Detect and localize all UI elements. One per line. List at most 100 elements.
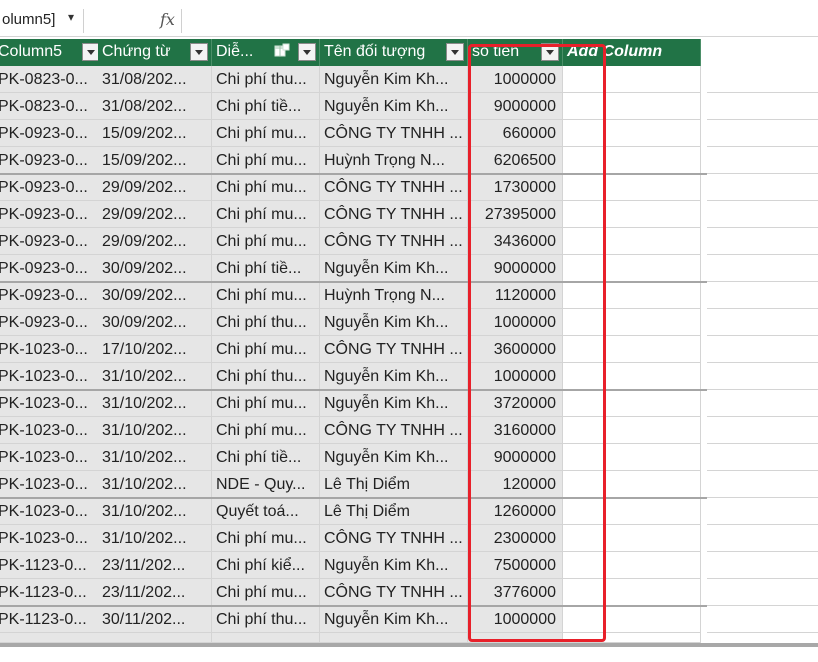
add-column-cell[interactable]	[563, 444, 701, 471]
table-cell[interactable]: 31/10/202...	[98, 525, 212, 552]
table-cell[interactable]: 27395000	[468, 201, 563, 228]
table-cell[interactable]: 2300000	[468, 525, 563, 552]
table-cell[interactable]: Nguyễn Kim Kh...	[320, 390, 468, 417]
table-cell[interactable]: 3776000	[468, 579, 563, 606]
table-cell[interactable]: 3436000	[468, 228, 563, 255]
table-cell[interactable]: Chi phí kiể...	[212, 552, 320, 579]
add-column-cell[interactable]	[563, 606, 701, 633]
table-cell[interactable]: 29/09/202...	[98, 174, 212, 201]
table-cell[interactable]: Chi phí mu...	[212, 336, 320, 363]
table-cell[interactable]: PK-0923-0...	[0, 201, 104, 228]
table-cell[interactable]: 3720000	[468, 390, 563, 417]
table-cell[interactable]: CÔNG TY TNHH ...	[320, 228, 468, 255]
table-cell[interactable]: 31/10/202...	[98, 390, 212, 417]
table-cell[interactable]: 1000000	[468, 309, 563, 336]
column-header[interactable]: Column5	[0, 39, 104, 66]
table-cell[interactable]: PK-0923-0...	[0, 228, 104, 255]
add-column-cell[interactable]	[563, 147, 701, 174]
table-cell[interactable]: Chi phí mu...	[212, 525, 320, 552]
table-cell[interactable]: Chi phí tiề...	[212, 93, 320, 120]
add-column-cell[interactable]	[563, 336, 701, 363]
add-column-cell[interactable]	[563, 417, 701, 444]
table-cell[interactable]: 1730000	[468, 174, 563, 201]
table-cell[interactable]: PK-1023-0...	[0, 417, 104, 444]
table-cell[interactable]: PK-0923-0...	[0, 147, 104, 174]
table-cell[interactable]: PK-1123-0...	[0, 606, 104, 633]
table-cell[interactable]: Chi phí mu...	[212, 228, 320, 255]
table-cell[interactable]: 31/10/202...	[98, 444, 212, 471]
table-cell[interactable]: 1000000	[468, 606, 563, 633]
table-cell[interactable]: CÔNG TY TNHH ...	[320, 525, 468, 552]
table-cell[interactable]: Nguyễn Kim Kh...	[320, 606, 468, 633]
add-column-cell[interactable]	[563, 120, 701, 147]
table-cell[interactable]: 23/11/202...	[98, 552, 212, 579]
table-cell[interactable]: 7500000	[468, 552, 563, 579]
add-column-cell[interactable]	[563, 363, 701, 390]
table-cell[interactable]: PK-1023-0...	[0, 471, 104, 498]
table-cell[interactable]: Chi phí tiề...	[212, 255, 320, 282]
table-cell[interactable]: 31/10/202...	[98, 417, 212, 444]
table-cell[interactable]: 30/11/202...	[98, 606, 212, 633]
table-cell[interactable]: PK-1023-0...	[0, 390, 104, 417]
table-cell[interactable]: CÔNG TY TNHH ...	[320, 120, 468, 147]
table-cell[interactable]: Chi phí mu...	[212, 417, 320, 444]
table-cell[interactable]: Chi phí thu...	[212, 309, 320, 336]
table-cell[interactable]: 31/10/202...	[98, 471, 212, 498]
table-cell[interactable]: CÔNG TY TNHH ...	[320, 417, 468, 444]
table-cell[interactable]: PK-0923-0...	[0, 174, 104, 201]
table-cell[interactable]: Huỳnh Trọng N...	[320, 147, 468, 174]
table-cell[interactable]: PK-1023-0...	[0, 444, 104, 471]
add-column-cell[interactable]	[563, 66, 701, 93]
name-box-dropdown-icon[interactable]: ▾	[68, 10, 74, 24]
table-cell[interactable]: 3600000	[468, 336, 563, 363]
add-column-cell[interactable]	[563, 201, 701, 228]
table-cell[interactable]: 120000	[468, 471, 563, 498]
table-cell[interactable]: PK-0923-0...	[0, 282, 104, 309]
table-cell[interactable]: Chi phí thu...	[212, 363, 320, 390]
table-cell[interactable]: PK-0923-0...	[0, 255, 104, 282]
column-header[interactable]: Chứng từ	[98, 39, 212, 66]
table-cell[interactable]: 6206500	[468, 147, 563, 174]
add-column-cell[interactable]	[563, 228, 701, 255]
add-column-cell[interactable]	[563, 309, 701, 336]
table-cell[interactable]: 31/08/202...	[98, 93, 212, 120]
table-cell[interactable]: 30/09/202...	[98, 255, 212, 282]
table-cell[interactable]: 31/10/202...	[98, 498, 212, 525]
table-cell[interactable]: Nguyễn Kim Kh...	[320, 66, 468, 93]
table-cell[interactable]: 31/08/202...	[98, 66, 212, 93]
table-cell[interactable]: Chi phí mu...	[212, 282, 320, 309]
table-cell[interactable]: Nguyễn Kim Kh...	[320, 552, 468, 579]
table-cell[interactable]: PK-1023-0...	[0, 336, 104, 363]
table-cell[interactable]: CÔNG TY TNHH ...	[320, 174, 468, 201]
add-column-cell[interactable]	[563, 255, 701, 282]
table-cell[interactable]: 660000	[468, 120, 563, 147]
add-column-cell[interactable]	[563, 552, 701, 579]
add-column-cell[interactable]	[563, 174, 701, 201]
table-cell[interactable]: 23/11/202...	[98, 579, 212, 606]
table-cell[interactable]: Chi phí mu...	[212, 120, 320, 147]
table-cell[interactable]: 15/09/202...	[98, 147, 212, 174]
table-cell[interactable]: 30/09/202...	[98, 282, 212, 309]
table-cell[interactable]: 17/10/202...	[98, 336, 212, 363]
formula-input[interactable]	[184, 8, 818, 34]
table-cell[interactable]: Chi phí thu...	[212, 66, 320, 93]
table-cell[interactable]: PK-1023-0...	[0, 525, 104, 552]
filter-dropdown-icon[interactable]	[298, 43, 316, 61]
table-cell[interactable]: Chi phí mu...	[212, 579, 320, 606]
add-column-cell[interactable]	[563, 525, 701, 552]
table-cell[interactable]: 30/09/202...	[98, 309, 212, 336]
add-column-cell[interactable]	[563, 282, 701, 309]
insert-function-icon[interactable]: fx	[160, 10, 175, 29]
column-header[interactable]: Tên đối tượng	[320, 39, 468, 66]
table-cell[interactable]: Nguyễn Kim Kh...	[320, 363, 468, 390]
table-cell[interactable]: Chi phí thu...	[212, 606, 320, 633]
table-cell[interactable]: Chi phí mu...	[212, 174, 320, 201]
table-cell[interactable]: Huỳnh Trọng N...	[320, 282, 468, 309]
add-column-cell[interactable]	[563, 498, 701, 525]
table-cell[interactable]: PK-0823-0...	[0, 66, 104, 93]
table-cell[interactable]: 15/09/202...	[98, 120, 212, 147]
table-cell[interactable]: 9000000	[468, 93, 563, 120]
table-cell[interactable]: PK-1123-0...	[0, 552, 104, 579]
table-cell[interactable]: Quyết toá...	[212, 498, 320, 525]
table-cell[interactable]: PK-0923-0...	[0, 309, 104, 336]
